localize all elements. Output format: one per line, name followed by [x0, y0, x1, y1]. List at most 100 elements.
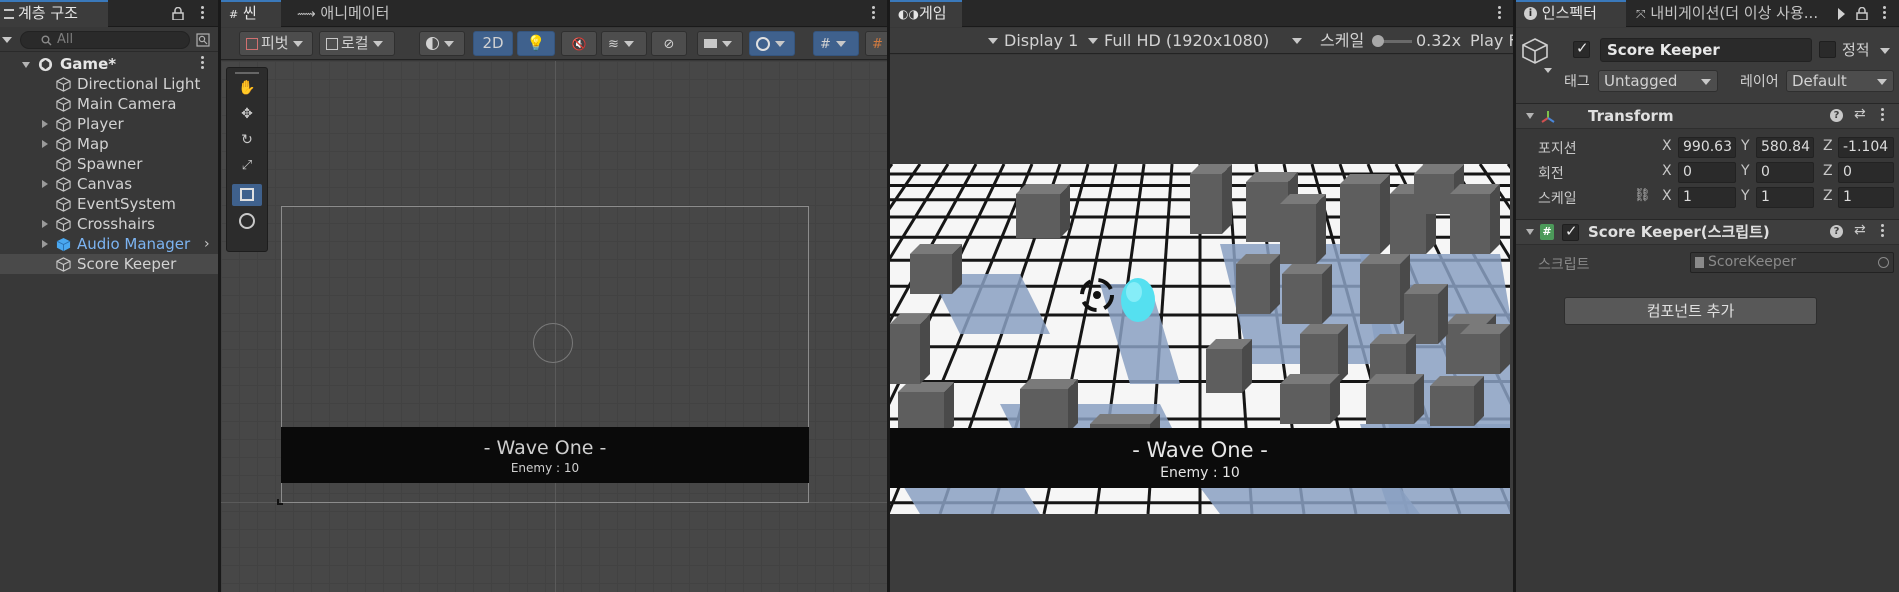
hierarchy-item[interactable]: Player	[0, 114, 218, 134]
axis-z-label[interactable]: Z	[1823, 188, 1833, 204]
axis-y-label[interactable]: Y	[1741, 163, 1750, 179]
lighting-toggle-button[interactable]: 💡	[517, 31, 555, 56]
grid-snap-dropdown[interactable]: #	[813, 31, 859, 56]
static-dropdown-icon[interactable]	[1880, 48, 1890, 54]
axis-z-label[interactable]: Z	[1823, 163, 1833, 179]
foldout-arrow-icon[interactable]	[1526, 229, 1534, 235]
script-component-header[interactable]: # Score Keeper(스크립트) ? ⇄	[1516, 219, 1899, 245]
hierarchy-item[interactable]: Crosshairs	[0, 214, 218, 234]
hierarchy-item[interactable]: Spawner	[0, 154, 218, 174]
object-picker-icon[interactable]	[1878, 257, 1889, 268]
scale-slider-thumb[interactable]	[1372, 35, 1384, 47]
hierarchy-item[interactable]: Directional Light	[0, 74, 218, 94]
prefab-open-icon[interactable]: ›	[204, 234, 210, 254]
expand-arrow-icon[interactable]	[22, 62, 30, 68]
position-z-field[interactable]: -1.104	[1838, 137, 1894, 158]
axis-y-label[interactable]: Y	[1741, 138, 1750, 154]
expand-arrow-icon[interactable]	[42, 120, 48, 128]
scale-y-field[interactable]: 1	[1756, 187, 1814, 208]
rotation-x-field[interactable]: 0	[1678, 162, 1736, 183]
script-enabled-checkbox[interactable]	[1562, 222, 1579, 241]
tag-dropdown[interactable]: Untagged	[1598, 70, 1718, 92]
help-icon[interactable]: ?	[1830, 225, 1843, 238]
help-icon[interactable]: ?	[1830, 109, 1843, 122]
script-field[interactable]: ScoreKeeper	[1690, 252, 1894, 273]
scene-viewport[interactable]: ✋ ✥ ↻ ⤢ - Wave One - Enemy : 10	[221, 61, 887, 592]
scale-z-field[interactable]: 1	[1838, 187, 1894, 208]
preset-icon[interactable]: ⇄	[1854, 222, 1866, 238]
scale-slider[interactable]	[1372, 35, 1412, 47]
inspector-menu-icon[interactable]	[1878, 4, 1890, 24]
axis-z-label[interactable]: Z	[1823, 138, 1833, 154]
audio-toggle-button[interactable]: 🔇	[561, 31, 597, 56]
move-tool[interactable]: ✥	[232, 106, 262, 128]
resolution-dropdown[interactable]: Full HD (1920x1080)	[1104, 28, 1302, 54]
rect-tool[interactable]	[232, 184, 262, 206]
axis-y-label[interactable]: Y	[1741, 188, 1750, 204]
static-checkbox[interactable]	[1819, 41, 1836, 58]
palette-handle[interactable]	[235, 72, 259, 74]
game-render[interactable]: - Wave One - Enemy : 10	[890, 164, 1510, 514]
preset-icon[interactable]: ⇄	[1854, 106, 1866, 122]
layer-dropdown[interactable]: Default	[1786, 70, 1894, 92]
axis-x-label[interactable]: X	[1662, 163, 1672, 179]
hierarchy-item[interactable]: Map	[0, 134, 218, 154]
scene-root-menu-icon[interactable]	[196, 54, 208, 74]
snap-increment-button[interactable]: #	[865, 31, 887, 56]
lock-icon[interactable]	[172, 7, 184, 20]
hand-tool[interactable]: ✋	[232, 80, 262, 102]
tab-scroll-right-icon[interactable]	[1838, 8, 1845, 20]
expand-arrow-icon[interactable]	[42, 140, 48, 148]
create-dropdown-icon[interactable]	[2, 37, 12, 43]
hierarchy-menu-icon[interactable]	[196, 4, 208, 24]
lock-icon[interactable]	[1856, 7, 1868, 20]
scene-menu-icon[interactable]	[867, 4, 879, 24]
script-menu-icon[interactable]	[1876, 222, 1888, 242]
circle-gizmo[interactable]	[533, 323, 573, 363]
effects-dropdown[interactable]: ≋	[601, 31, 647, 56]
hidden-objects-button[interactable]: ⊘	[651, 31, 687, 56]
canvas-corner-handle[interactable]	[277, 499, 283, 505]
position-y-field[interactable]: 580.84	[1756, 137, 1814, 158]
active-checkbox[interactable]	[1573, 39, 1590, 58]
transform-menu-icon[interactable]	[1876, 106, 1888, 126]
game-view-dropdown-icon[interactable]	[988, 38, 998, 44]
object-name-input[interactable]: Score Keeper	[1600, 38, 1812, 62]
axis-x-label[interactable]: X	[1662, 138, 1672, 154]
hierarchy-item[interactable]: Audio Manager ›	[0, 234, 218, 254]
camera-dropdown[interactable]	[697, 31, 743, 56]
shading-mode-dropdown[interactable]	[419, 31, 465, 56]
scale-tool[interactable]: ⤢	[232, 158, 262, 180]
transform-header[interactable]: Transform ? ⇄	[1516, 103, 1899, 129]
transform-tool[interactable]	[232, 210, 262, 232]
game-menu-icon[interactable]	[1493, 4, 1505, 24]
foldout-arrow-icon[interactable]	[1526, 113, 1534, 119]
toggle-2d-button[interactable]: 2D	[473, 31, 513, 56]
pivot-dropdown[interactable]: 피벗	[239, 31, 313, 56]
hierarchy-search-input[interactable]: All	[20, 31, 190, 49]
expand-arrow-icon[interactable]	[42, 240, 48, 248]
hierarchy-item[interactable]: Main Camera	[0, 94, 218, 114]
rotate-tool[interactable]: ↻	[232, 132, 262, 154]
tab-game[interactable]: ◐◑게임	[890, 0, 962, 27]
constrain-proportions-icon[interactable]: ⛓	[1634, 188, 1651, 203]
rotation-z-field[interactable]: 0	[1838, 162, 1894, 183]
expand-arrow-icon[interactable]	[42, 180, 48, 188]
rotation-y-field[interactable]: 0	[1756, 162, 1814, 183]
scene-wave-banner[interactable]: - Wave One - Enemy : 10	[281, 427, 809, 483]
axis-x-label[interactable]: X	[1662, 188, 1672, 204]
tab-scene[interactable]: # 씬	[221, 0, 281, 27]
scene-root-row[interactable]: Game*	[0, 54, 218, 74]
add-component-button[interactable]: 컴포넌트 추가	[1564, 297, 1817, 325]
hierarchy-item[interactable]: EventSystem	[0, 194, 218, 214]
icon-picker-dropdown-icon[interactable]	[1544, 68, 1552, 73]
play-focused-label[interactable]: Play F	[1470, 28, 1513, 54]
expand-arrow-icon[interactable]	[42, 220, 48, 228]
scale-x-field[interactable]: 1	[1678, 187, 1736, 208]
game-viewport[interactable]: - Wave One - Enemy : 10	[890, 55, 1513, 592]
hierarchy-item[interactable]: Canvas	[0, 174, 218, 194]
gizmos-dropdown[interactable]	[749, 31, 795, 56]
hierarchy-item[interactable]: Score Keeper	[0, 254, 218, 274]
local-dropdown[interactable]: 로컬	[319, 31, 395, 56]
tab-animator[interactable]: ⟿ 애니메이터	[289, 0, 397, 27]
